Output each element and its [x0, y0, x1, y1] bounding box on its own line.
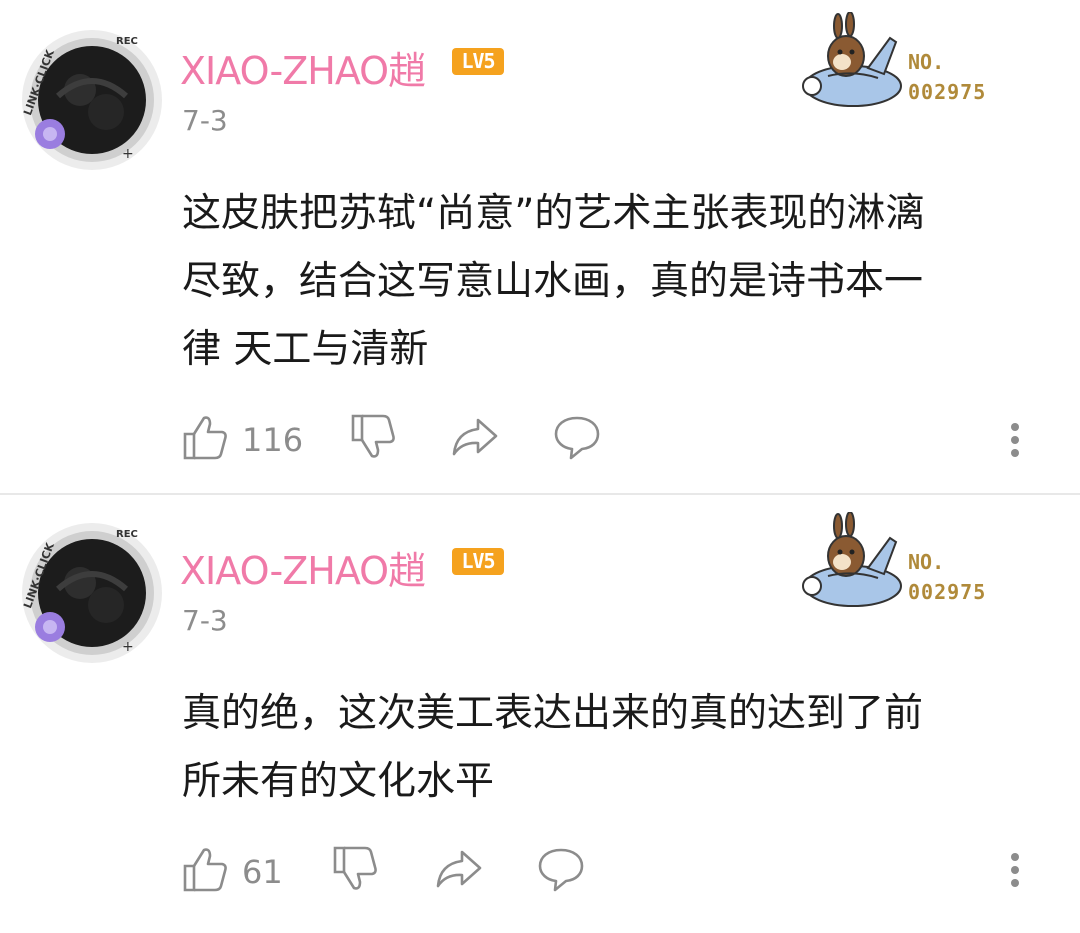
share-button[interactable]	[434, 844, 484, 894]
more-options-button[interactable]	[1004, 848, 1026, 898]
like-button[interactable]	[180, 412, 230, 462]
avatar[interactable]: LINK·CLICK REC +	[18, 26, 166, 174]
svg-text:+: +	[122, 639, 134, 655]
share-icon	[436, 850, 482, 888]
rabbit-plane-icon	[802, 12, 902, 107]
comment-date: 7-3	[182, 604, 228, 637]
badge-number: 002975	[908, 580, 987, 604]
thumbs-up-icon	[183, 848, 227, 892]
level-badge: LV5	[452, 48, 504, 75]
avatar[interactable]: LINK·CLICK REC +	[18, 519, 166, 667]
username[interactable]: XIAO-ZHAO趙	[180, 40, 426, 95]
share-icon	[452, 418, 498, 456]
comment-actions: 116	[0, 412, 1080, 472]
svg-text:+: +	[122, 146, 134, 162]
rabbit-plane-icon	[802, 512, 902, 607]
thumbs-down-icon	[351, 414, 395, 458]
like-count: 61	[242, 853, 283, 891]
comment-icon	[554, 416, 600, 460]
level-badge: LV5	[452, 548, 504, 575]
dislike-button[interactable]	[348, 412, 398, 462]
comment-date: 7-3	[182, 104, 228, 137]
username[interactable]: XIAO-ZHAO趙	[180, 540, 426, 595]
comment-item: LINK·CLICK REC + XIAO-ZHAO趙 LV5 7-3 NO. …	[0, 0, 1080, 493]
avatar-rec-text: REC	[116, 36, 138, 47]
comment-text: 真的绝，这次美工表达出来的真的达到了前 所未有的文化水平	[182, 691, 924, 804]
more-options-button[interactable]	[1004, 418, 1026, 468]
thumbs-down-icon	[333, 846, 377, 890]
thumbs-up-icon	[183, 416, 227, 460]
avatar-rec-text: REC	[116, 529, 138, 540]
comment-text: 这皮肤把苏轼“尚意”的艺术主张表现的淋漓 尽致，结合这写意山水画，真的是诗书本一…	[182, 191, 925, 372]
dislike-button[interactable]	[330, 844, 380, 894]
like-count: 116	[242, 421, 304, 459]
badge-label: NO.	[908, 50, 945, 74]
share-button[interactable]	[450, 412, 500, 462]
more-vertical-icon	[1011, 423, 1019, 457]
fan-badge: NO. 002975	[798, 512, 1008, 617]
fan-badge: NO. 002975	[798, 12, 1008, 117]
reply-button[interactable]	[536, 844, 586, 894]
comment-item: LINK·CLICK REC + XIAO-ZHAO趙 LV5 7-3 NO. …	[0, 495, 1080, 933]
reply-button[interactable]	[552, 412, 602, 462]
badge-number: 002975	[908, 80, 987, 104]
comment-actions: 61	[0, 844, 1080, 904]
like-button[interactable]	[180, 844, 230, 894]
more-vertical-icon	[1011, 853, 1019, 887]
comment-icon	[538, 848, 584, 892]
badge-label: NO.	[908, 550, 945, 574]
